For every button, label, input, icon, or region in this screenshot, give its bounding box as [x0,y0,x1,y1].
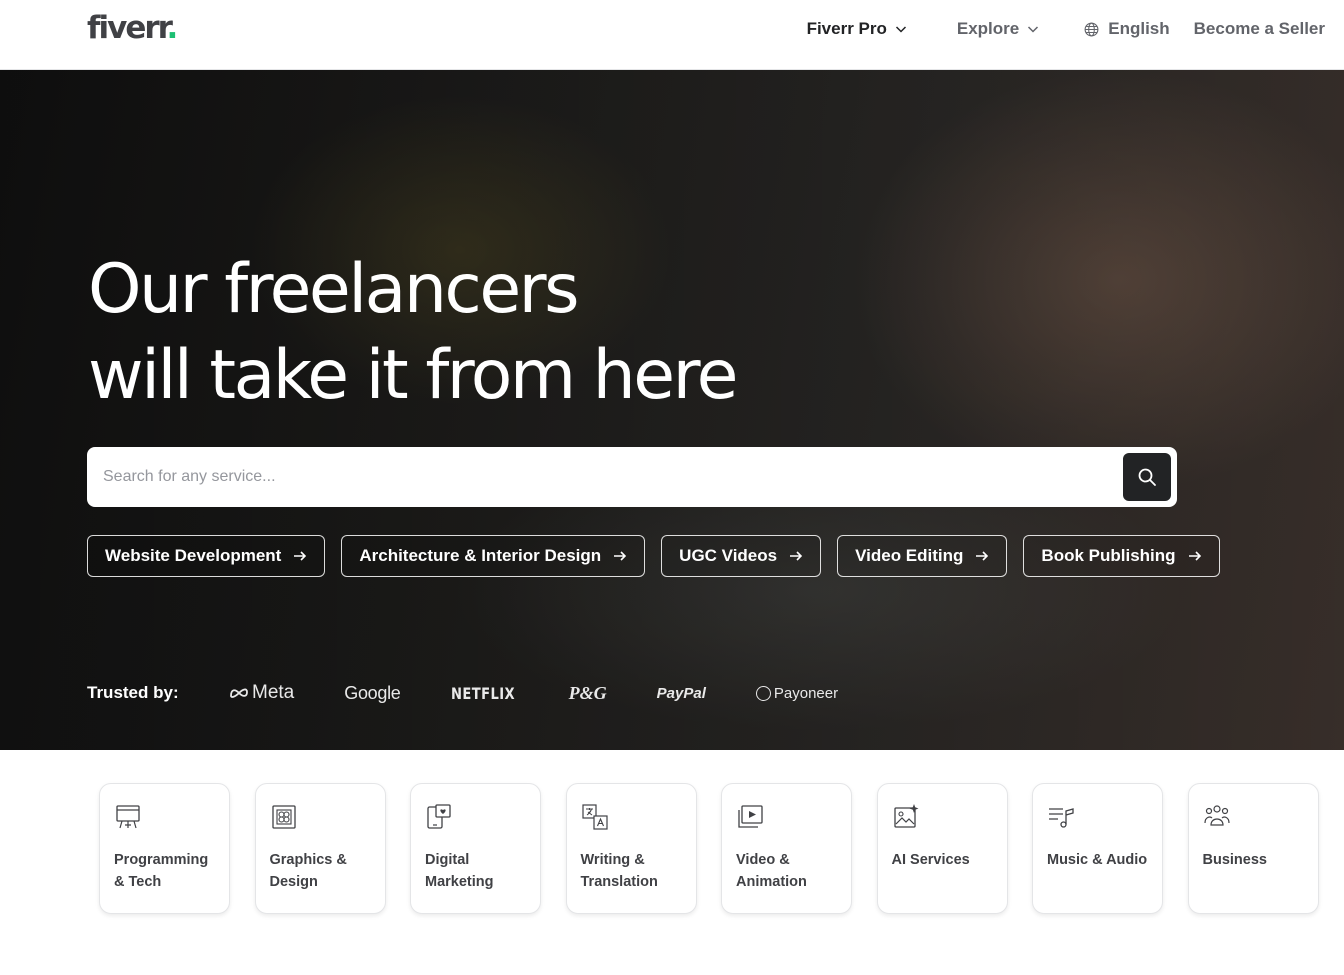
programming-icon [116,805,140,829]
category-cards: Programming & Tech Graphics & Design Dig… [99,783,1319,914]
chip-label: UGC Videos [679,546,778,565]
category-programming-tech[interactable]: Programming & Tech [99,783,230,914]
category-label: Video & Animation [736,852,807,890]
site-header: fiverr. Fiverr Pro Explore English Becom… [0,0,1344,70]
nav-fiverr-pro[interactable]: Fiverr Pro [807,19,907,39]
trusted-by: Trusted by: Meta Google NETFLIX P&G PayP… [87,682,888,704]
trusted-by-label: Trusted by: [87,683,179,702]
nav-language-label: English [1108,19,1170,38]
meta-infinity-icon [230,688,248,698]
category-writing-translation[interactable]: Writing & Translation [565,783,697,914]
fiverr-logo[interactable]: fiverr. [87,10,178,46]
arrow-right-icon [1188,551,1201,561]
pg-logo: P&G [568,682,607,703]
category-label: Writing & Translation [580,852,658,890]
category-label: Business [1202,852,1267,868]
hero-title-line2: will take it from here [88,336,738,415]
graphics-design-icon [271,805,296,829]
meta-logo: Meta [229,682,294,704]
become-seller-link[interactable]: Become a Seller [1194,19,1325,39]
business-icon [1203,805,1230,826]
arrow-right-icon [790,551,803,561]
chip-label: Architecture & Interior Design [359,546,602,565]
google-logo: Google [344,682,401,703]
arrow-right-icon [294,551,307,561]
chip-label: Website Development [105,546,282,565]
hero-section: Our freelancers will take it from here W… [0,70,1344,750]
nav-fiverr-pro-label: Fiverr Pro [806,19,887,38]
chevron-down-icon [895,26,906,33]
nav-language[interactable]: English [1084,19,1170,39]
category-music-audio[interactable]: Music & Audio [1032,783,1163,914]
chevron-down-icon [1028,26,1039,33]
digital-marketing-icon [427,804,451,829]
arrow-right-icon [976,551,989,561]
category-label: Music & Audio [1047,852,1148,868]
hero-title: Our freelancers will take it from here [88,247,808,419]
category-video-animation[interactable]: Video & Animation [721,783,852,914]
chip-ugc-videos[interactable]: UGC Videos [661,535,822,577]
search-bar [87,447,1177,507]
payoneer-logo: Payoneer [755,685,838,702]
chip-label: Video Editing [855,546,964,565]
nav-explore[interactable]: Explore [957,19,1039,39]
category-digital-marketing[interactable]: Digital Marketing [410,783,541,914]
writing-translation-icon [581,804,608,830]
arrow-right-icon [614,551,627,561]
search-icon [1138,468,1156,486]
hero-title-line1: Our freelancers [88,250,580,329]
nav-explore-label: Explore [956,19,1020,38]
category-label: AI Services [891,852,970,868]
popular-services: Website Development Architecture & Inter… [87,535,1220,577]
chip-label: Book Publishing [1041,546,1176,565]
category-label: Graphics & Design [269,852,347,890]
search-input[interactable] [87,447,1123,507]
category-label: Programming & Tech [114,852,209,890]
paypal-logo: PayPal [656,684,706,702]
chip-book-publishing[interactable]: Book Publishing [1023,535,1220,577]
payoneer-ring-icon [755,685,771,701]
category-graphics-design[interactable]: Graphics & Design [254,783,386,914]
music-audio-icon [1049,808,1074,828]
ai-services-icon [893,804,918,828]
chip-website-development[interactable]: Website Development [87,535,326,577]
category-ai-services[interactable]: AI Services [876,783,1008,914]
category-label: Digital Marketing [425,852,494,890]
video-animation-icon [738,805,763,828]
netflix-logo: NETFLIX [450,683,515,703]
chip-architecture-interior-design[interactable]: Architecture & Interior Design [341,535,646,577]
chip-video-editing[interactable]: Video Editing [837,535,1008,577]
category-business[interactable]: Business [1187,783,1319,914]
globe-icon [1084,22,1099,36]
top-nav: Fiverr Pro Explore English Become a Sell… [807,18,1325,40]
search-button[interactable] [1123,453,1171,501]
